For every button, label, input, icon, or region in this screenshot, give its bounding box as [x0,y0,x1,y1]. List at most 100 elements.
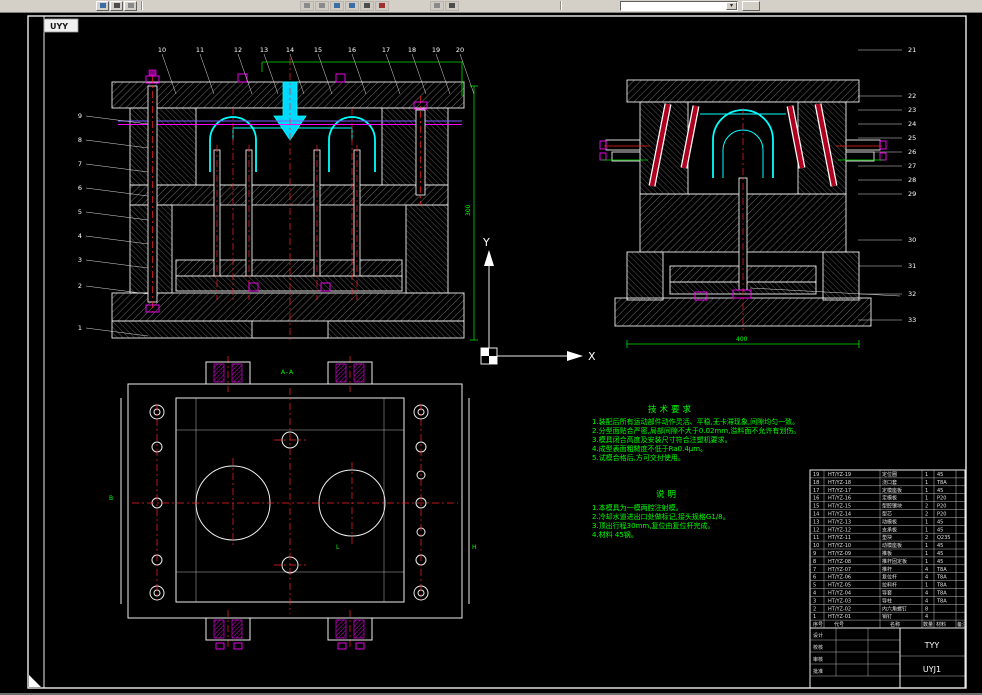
part-balloon: 23 [908,106,916,114]
parts-row-qty: 1 [925,551,928,557]
parts-row-code: HT/YZ-10 [828,543,851,549]
parts-row-no: 15 [813,504,819,510]
part-balloon: 7 [78,160,82,168]
save-icon [113,3,120,8]
ejector-pin [245,149,253,277]
part-balloon: 33 [908,316,916,324]
parts-row-qty: 4 [925,614,928,620]
parts-row-code: HT/YZ-13 [828,519,851,525]
lineweight-button[interactable] [445,1,459,11]
parts-row-name: 垫块 [882,534,892,541]
part-balloon: 26 [908,148,916,156]
part-balloon: 4 [78,232,82,240]
parts-row-name: 动模座板 [882,542,902,549]
parts-row-mat: P20 [937,496,946,502]
parts-row-qty: 1 [925,583,928,589]
parts-row-mat: T8A [936,591,947,597]
parts-row-name: 型芯 [882,511,892,518]
desc-line: 3.顶出行程30mm,复位由复位杆完成。 [592,521,714,530]
part-balloon: 16 [348,46,356,54]
save-button[interactable] [110,1,123,11]
desc-line: 1.本模具为一模两腔注射模。 [592,503,683,512]
part-balloon: 29 [908,190,916,198]
signature-label: 校核 [813,644,823,651]
part-balloon: 19 [432,46,440,54]
frame-mark [29,675,41,687]
parts-row-mat: P20 [937,512,946,518]
parts-row-mat: 45 [937,551,943,557]
parts-row-code: HT/YZ-04 [828,591,851,597]
parts-row-code: HT/YZ-07 [828,567,851,573]
linetype-button[interactable] [430,1,444,11]
part-balloon: 32 [908,290,916,298]
parts-row-code: HT/YZ-02 [828,606,851,612]
redo-button[interactable] [345,1,359,11]
tech-line: 3.模具闭合高度及安装尺寸符合注塑机要求。 [592,435,732,444]
parts-row-code: HT/YZ-08 [828,559,851,565]
parts-row-mat: T8A [936,583,947,589]
parts-row-no: 7 [813,567,816,573]
undo-icon [334,3,340,8]
parts-row-no: 2 [813,606,816,612]
parts-row-mat: Q235 [937,535,950,541]
ucs-y-label: Y [482,236,490,249]
parts-row-code: HT/YZ-01 [828,614,851,620]
ucs-icon: Y X [480,236,596,365]
zoom-button[interactable] [300,1,314,11]
chevron-down-icon[interactable]: ▾ [726,2,737,10]
parts-header: 数量 [923,621,933,628]
layer-combo[interactable]: ▾ [620,1,738,11]
canvas-label: UYY [50,22,68,31]
part-balloon: 17 [382,46,390,54]
parts-row-qty: 2 [925,535,928,541]
parts-row-name: 推板 [882,550,892,557]
part-balloon: 6 [78,184,82,192]
part-balloon: 21 [908,46,916,54]
linetype-icon [434,3,440,8]
toolbar-button[interactable] [742,1,760,11]
part-balloon: 14 [286,46,294,54]
open-button[interactable] [96,1,109,11]
parts-row-code: HT/YZ-11 [828,535,851,541]
parts-row-name: 支承板 [882,526,897,533]
parts-header: 备注 [957,621,967,628]
tech-line: 2.分型面贴合严密,局部间隙不大于0.02mm,溢料面不允许有划伤。 [592,426,800,435]
parts-row-qty: 2 [925,512,928,518]
cad-window: ▾ UYY 300 400 A-A B L H Y X 技术要求 1.装配后所有… [0,0,982,695]
parts-row-code: HT/YZ-14 [828,512,851,518]
datum-label-b: B [109,495,113,502]
parts-header: 代号 [834,621,844,628]
parts-row-code: HT/YZ-19 [828,472,851,478]
part-balloon: 9 [78,112,82,120]
parts-row-qty: 1 [925,527,928,533]
parts-row-qty: 4 [925,598,928,604]
ucs-x-label: X [588,350,596,363]
layers-icon [364,3,370,8]
part-balloon: 11 [196,46,204,54]
parts-row-code: HT/YZ-06 [828,575,851,581]
parts-row-mat: 45 [937,543,943,549]
parts-row-qty: 4 [925,575,928,581]
undo-button[interactable] [330,1,344,11]
section-label: A-A [281,369,294,376]
lineweight-icon [449,3,455,8]
part-balloon: 10 [158,46,166,54]
front-section-view: 300 [111,58,478,341]
part-balloon: 24 [908,120,916,128]
parts-row-name: 定模板 [882,495,897,502]
parts-row-mat: 45 [937,472,943,478]
properties-button[interactable] [375,1,389,11]
pan-button[interactable] [315,1,329,11]
print-button[interactable] [124,1,137,11]
guide-pillar [147,85,158,303]
parts-row-mat: 45 [937,519,943,525]
tech-line: 1.装配后所有运动部件动作灵活、平稳,无卡滞现象,间隙均匀一致。 [592,417,799,426]
part-balloon: 13 [260,46,268,54]
parts-row-no: 18 [813,480,819,486]
drawing-canvas[interactable]: UYY 300 400 A-A B L H Y X 技术要求 1.装配后所有运动… [0,0,982,695]
parts-row-qty: 4 [925,567,928,573]
layers-button[interactable] [360,1,374,11]
drawing-code: TYY [924,641,940,650]
parts-row-code: HT/YZ-16 [828,496,851,502]
parts-row-no: 3 [813,598,816,604]
